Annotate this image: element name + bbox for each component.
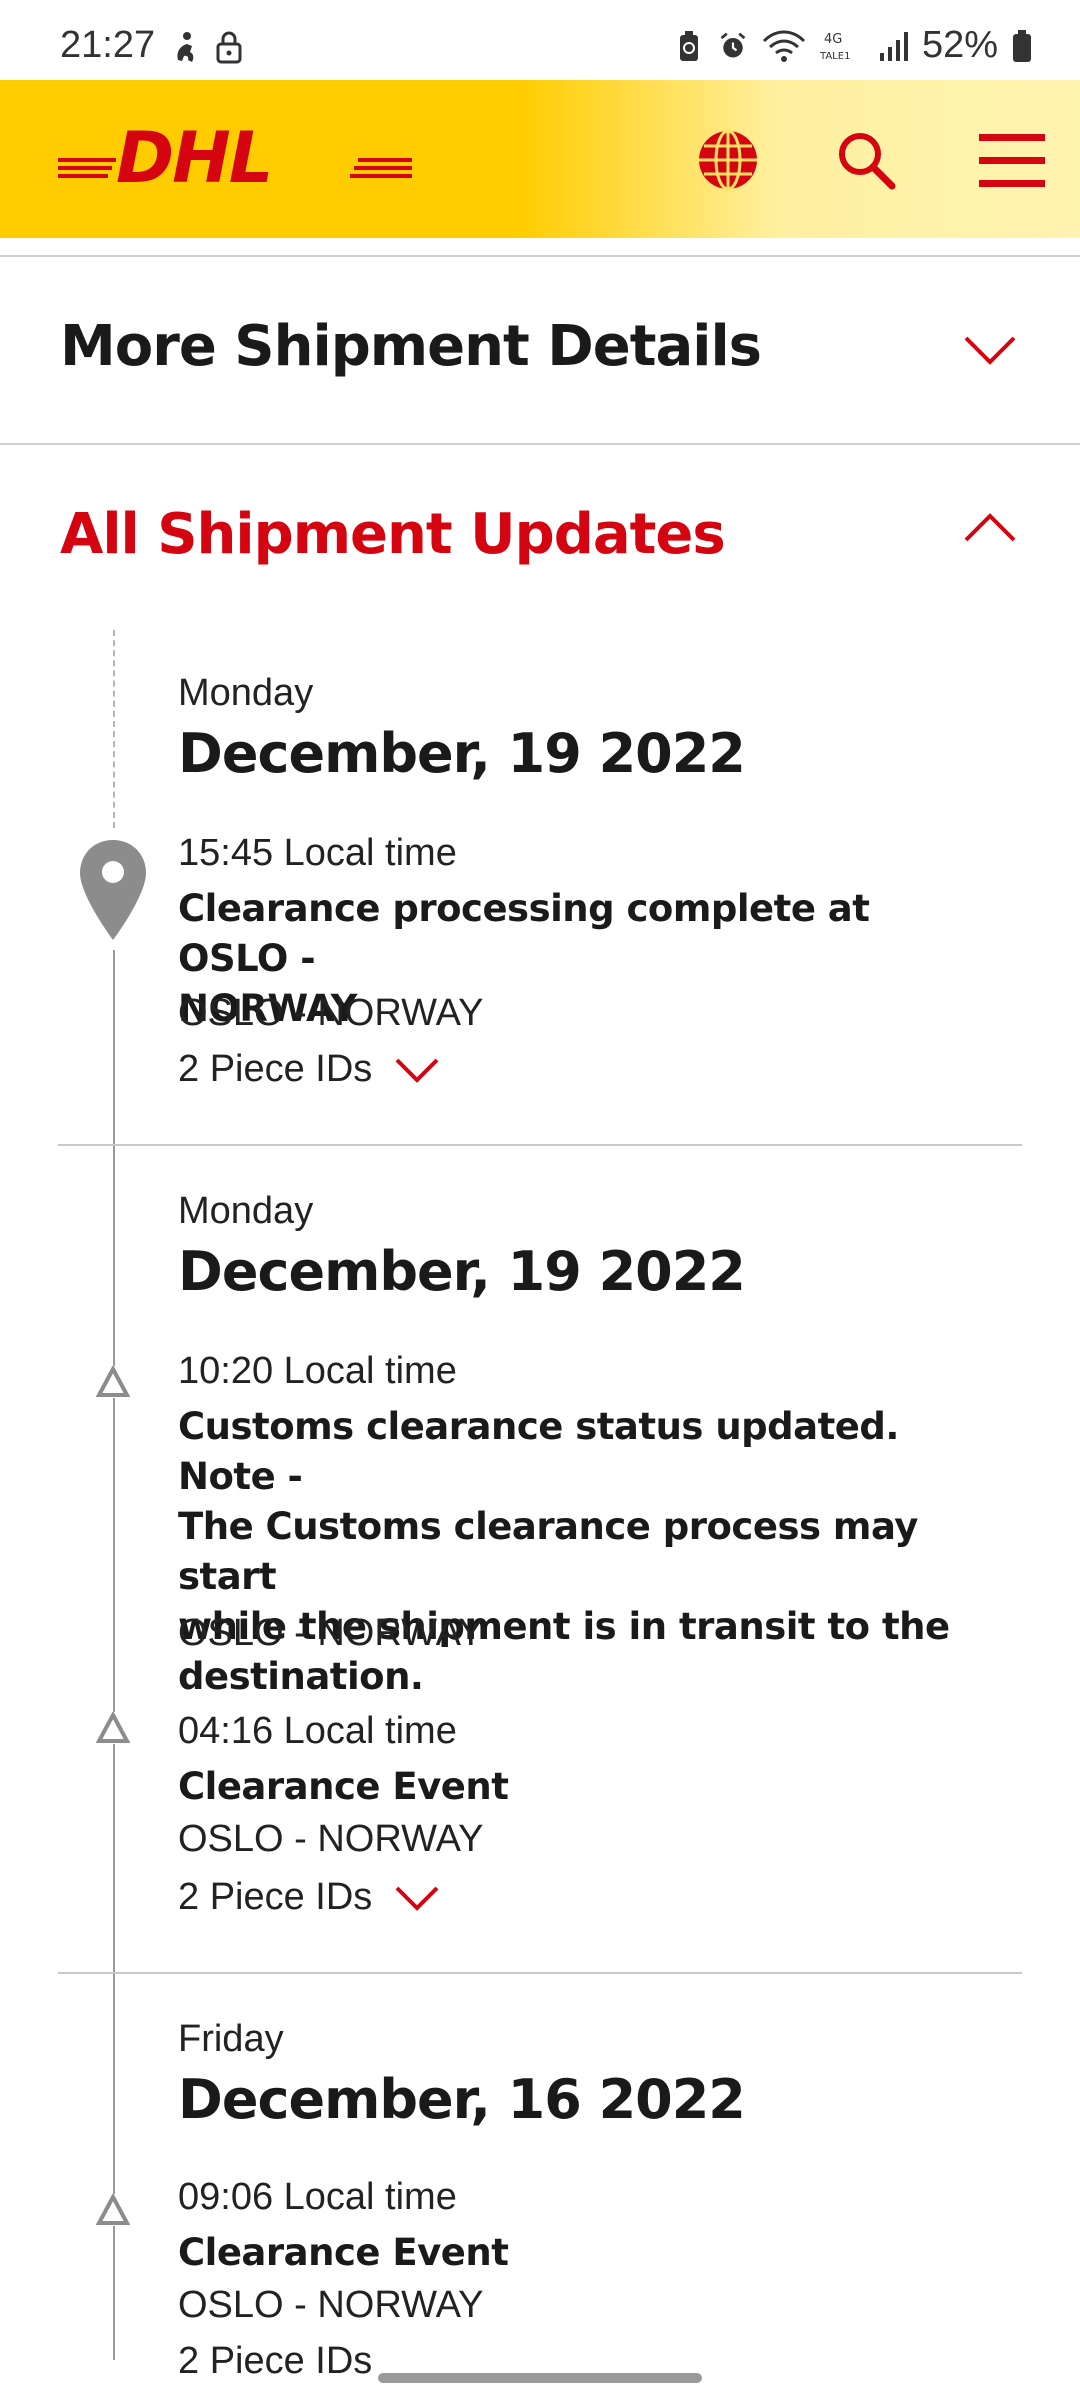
status-time: 21:27 <box>60 24 156 66</box>
event-triangle-icon <box>96 1366 130 1398</box>
separator <box>0 443 1080 445</box>
chevron-down-icon <box>395 1886 439 1911</box>
signal-icon <box>879 31 908 61</box>
group-date: December, 19 2022 <box>178 1240 746 1303</box>
group-day: Monday <box>178 1190 314 1232</box>
event-time: 04:16 Local time <box>178 1710 457 1752</box>
piece-ids-label: 2 Piece IDs <box>178 2340 373 2382</box>
svg-text:TALE1: TALE1 <box>820 51 850 62</box>
group-date: December, 16 2022 <box>178 2068 746 2131</box>
globe-icon <box>699 129 757 191</box>
piece-ids-toggle[interactable]: 2 Piece IDs <box>178 1876 440 1919</box>
group-divider <box>58 1144 1022 1146</box>
piece-ids-toggle[interactable]: 2 Piece IDs <box>178 1048 440 1091</box>
chevron-up-icon <box>964 513 1016 542</box>
event-triangle-icon <box>96 2194 130 2226</box>
piece-ids-label: 2 Piece IDs <box>178 1048 373 1090</box>
group-day: Friday <box>178 2018 284 2060</box>
event-description-line: destination. <box>178 1655 424 1698</box>
location-pin-icon <box>80 840 146 940</box>
chevron-down-icon <box>964 336 1016 365</box>
more-shipment-details-toggle[interactable]: More Shipment Details <box>0 258 1080 448</box>
event-time: 10:20 Local time <box>178 1350 457 1392</box>
home-indicator[interactable] <box>378 2373 702 2383</box>
header: DHL <box>0 80 1080 238</box>
separator <box>0 255 1080 257</box>
language-globe-button[interactable] <box>688 120 768 200</box>
network-type-label: 4G <box>824 32 842 47</box>
accessibility-icon <box>177 32 194 62</box>
wifi-icon <box>762 30 805 62</box>
network-4g-icon: 4G TALE1 <box>820 32 850 62</box>
timeline-line <box>113 950 115 1350</box>
status-left-icons <box>170 30 244 64</box>
piece-ids-label: 2 Piece IDs <box>178 1876 373 1918</box>
event-description-line: Customs clearance status updated. Note - <box>178 1405 899 1498</box>
search-icon <box>839 133 896 190</box>
battery-saver-icon <box>679 30 698 61</box>
group-divider <box>58 1972 1022 1974</box>
event-location: OSLO - NORWAY <box>178 2284 484 2326</box>
event-description: Customs clearance status updated. Note -… <box>178 1402 978 1702</box>
event-location: OSLO - NORWAY <box>178 1818 484 1860</box>
group-date: December, 19 2022 <box>178 722 746 785</box>
all-shipment-updates-title: All Shipment Updates <box>60 502 726 567</box>
hamburger-menu-button[interactable] <box>972 120 1052 200</box>
timeline-dashed-line <box>113 630 115 828</box>
dhl-logo-text: DHL <box>116 128 271 192</box>
battery-percent: 52% <box>921 24 998 66</box>
battery-icon <box>1013 29 1031 62</box>
event-triangle-icon <box>96 1712 130 1744</box>
menu-icon <box>979 134 1045 187</box>
all-shipment-updates-toggle[interactable]: All Shipment Updates <box>0 446 1080 636</box>
event-description-line: Clearance Event <box>178 1765 509 1808</box>
chevron-down-icon <box>395 1058 439 1083</box>
event-description-line: Clearance Event <box>178 2231 509 2274</box>
group-day: Monday <box>178 672 314 714</box>
more-shipment-details-title: More Shipment Details <box>60 314 762 379</box>
event-time: 09:06 Local time <box>178 2176 457 2218</box>
search-button[interactable] <box>826 120 906 200</box>
event-description-line: The Customs clearance process may start <box>178 1505 918 1598</box>
event-location: OSLO - NORWAY <box>178 1612 484 1654</box>
lock-icon <box>216 31 242 64</box>
event-location: OSLO - NORWAY <box>178 992 484 1034</box>
event-description-line: Clearance processing complete at OSLO - <box>178 887 870 980</box>
alarm-icon <box>720 32 746 57</box>
status-bar: 21:27 4G TALE1 52% <box>0 0 1080 80</box>
event-description: Clearance Event <box>178 1762 978 1812</box>
status-right: 4G TALE1 52% <box>674 24 1032 67</box>
dhl-logo[interactable]: DHL <box>58 128 412 192</box>
event-time: 15:45 Local time <box>178 832 457 874</box>
event-description: Clearance Event <box>178 2228 978 2278</box>
piece-ids-toggle[interactable]: 2 Piece IDs <box>178 2340 372 2383</box>
